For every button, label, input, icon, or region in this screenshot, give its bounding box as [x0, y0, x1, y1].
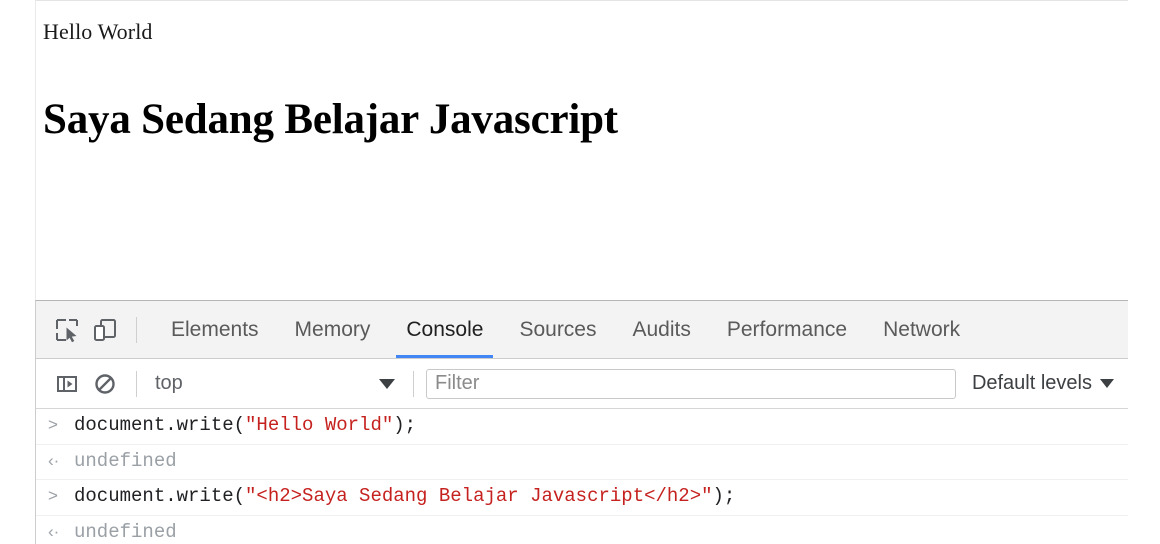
console-input-row[interactable]: > document.write("<h2>Saya Sedang Belaja…: [36, 480, 1128, 516]
log-levels-select[interactable]: Default levels: [972, 372, 1114, 395]
input-prompt-arrow-icon: >: [48, 486, 58, 506]
console-message-list: > document.write("Hello World"); ‹· unde…: [36, 409, 1128, 544]
console-sidebar-toggle-icon: [55, 372, 79, 396]
inspect-element-icon: [54, 317, 80, 343]
tab-sources[interactable]: Sources: [501, 301, 614, 358]
execution-context-value: top: [155, 372, 183, 394]
devtools-tab-bar: Elements Memory Console Sources Audits P…: [36, 301, 1128, 359]
console-sidebar-toggle-button[interactable]: [48, 365, 86, 403]
clear-console-button[interactable]: [86, 365, 124, 403]
toolbar-divider: [136, 316, 137, 343]
device-toolbar-button[interactable]: [86, 311, 124, 349]
tab-memory-label: Memory: [294, 317, 371, 341]
console-result-row: ‹· undefined: [36, 445, 1128, 481]
tab-audits-label: Audits: [632, 317, 691, 341]
device-toolbar-icon: [92, 317, 118, 343]
devtools-tabs: Elements Memory Console Sources Audits P…: [153, 301, 978, 358]
tab-audits[interactable]: Audits: [615, 301, 709, 358]
tab-performance-label: Performance: [726, 317, 848, 341]
console-code-string: "<h2>Saya Sedang Belajar Javascript</h2>…: [245, 485, 713, 508]
rendered-page-output: Hello World Saya Sedang Belajar Javascri…: [35, 0, 1128, 300]
tab-performance[interactable]: Performance: [709, 301, 865, 358]
page-body-text: Hello World: [43, 19, 153, 44]
execution-context-select[interactable]: top: [149, 372, 401, 395]
tab-memory[interactable]: Memory: [277, 301, 389, 358]
console-result-row: ‹· undefined: [36, 516, 1128, 544]
chevron-down-icon: [1100, 379, 1114, 388]
chevron-down-icon: [379, 378, 395, 389]
console-toolbar-divider-1: [136, 370, 137, 397]
result-arrow-icon: ‹·: [48, 450, 60, 470]
devtools-panel: Elements Memory Console Sources Audits P…: [35, 300, 1128, 544]
page-heading-h2: Saya Sedang Belajar Javascript: [43, 96, 618, 144]
tab-elements[interactable]: Elements: [153, 301, 277, 358]
tab-console[interactable]: Console: [388, 301, 501, 358]
tab-network[interactable]: Network: [865, 301, 978, 358]
console-toolbar: top Default levels: [36, 359, 1128, 409]
console-code-string: "Hello World": [245, 414, 394, 436]
tab-console-label: Console: [406, 317, 484, 341]
console-toolbar-divider-2: [413, 370, 414, 397]
console-code-suffix: );: [393, 414, 417, 436]
console-code-suffix: );: [712, 485, 736, 508]
tab-elements-label: Elements: [171, 317, 259, 341]
console-code-prefix: document.write(: [74, 485, 246, 508]
console-input-row[interactable]: > document.write("Hello World");: [36, 409, 1128, 445]
input-prompt-arrow-icon: >: [48, 415, 58, 434]
console-code-prefix: document.write(: [74, 414, 246, 436]
result-arrow-icon: ‹·: [48, 521, 60, 541]
tab-network-label: Network: [883, 317, 961, 341]
console-result-value: undefined: [74, 449, 177, 472]
inspect-element-button[interactable]: [48, 311, 86, 349]
log-levels-label: Default levels: [971, 372, 1092, 394]
tab-sources-label: Sources: [519, 317, 597, 341]
clear-console-icon: [93, 372, 117, 396]
console-result-value: undefined: [74, 520, 177, 543]
console-filter-input[interactable]: [426, 368, 956, 399]
